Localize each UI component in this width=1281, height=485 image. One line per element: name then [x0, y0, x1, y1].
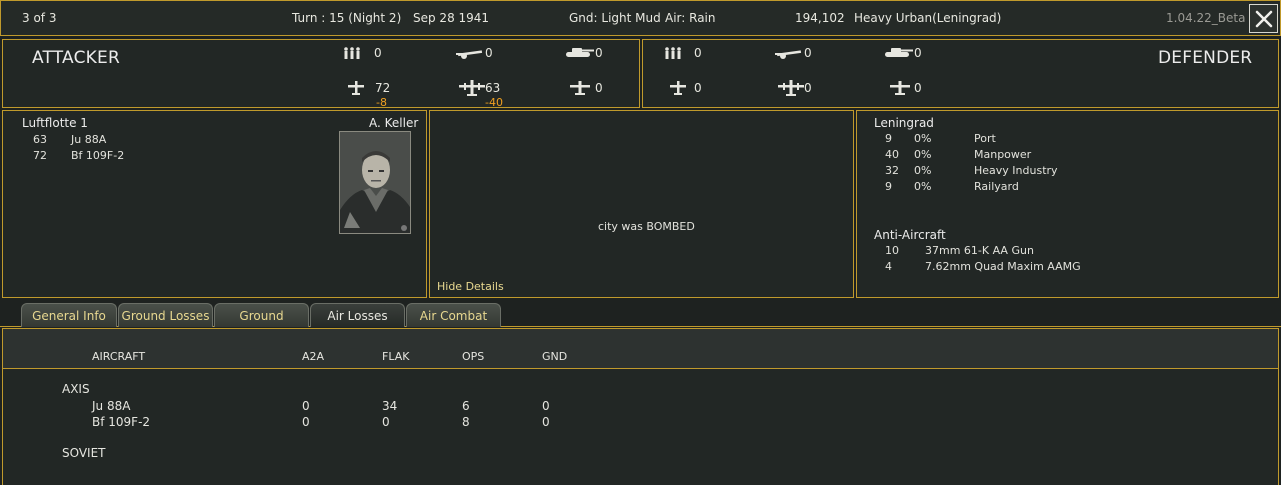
facility-name: Manpower	[974, 148, 1032, 161]
attacker-tank-count: 0	[595, 46, 603, 60]
tab-general-info[interactable]: General Info	[21, 303, 117, 327]
column-header-ops: OPS	[462, 350, 485, 363]
tab-air-losses[interactable]: Air Losses	[310, 303, 405, 327]
facility-name: Railyard	[974, 180, 1019, 193]
facility-damage: 0%	[914, 148, 932, 161]
aa-unit-count: 4	[885, 260, 892, 273]
commander-name[interactable]: A. Keller	[369, 116, 418, 130]
facility-value: 9	[885, 132, 892, 145]
attacker-bomber-count: 63	[485, 81, 501, 95]
close-icon	[1255, 10, 1273, 28]
tab-air-combat[interactable]: Air Combat	[406, 303, 501, 327]
terrain-label: Heavy Urban(Leningrad)	[854, 11, 1002, 25]
tank-icon	[885, 48, 913, 57]
aircraft-count: 63	[33, 133, 47, 146]
commander-portrait[interactable]	[339, 131, 411, 234]
defender-bomber-count: 0	[804, 81, 812, 95]
defender-infantry-count: 0	[694, 46, 702, 60]
row-flak: 34	[382, 399, 398, 413]
leader-panel: Luftflotte 1 A. Keller 63 Ju 88A 72 Bf 1…	[2, 110, 427, 298]
attacker-panel: ATTACKER 0 0 0 72 -8 63 -40 0	[2, 39, 640, 109]
row-a2a: 0	[302, 415, 310, 429]
attacker-fighter-loss: -8	[376, 96, 387, 109]
aircraft-count: 72	[33, 149, 47, 162]
hex-coordinates: 194,102	[795, 11, 845, 25]
close-button[interactable]	[1249, 4, 1278, 33]
target-panel: Leningrad 9 0% Port 40 0% Manpower 32 0%…	[856, 110, 1279, 298]
result-panel: city was BOMBED Hide Details	[429, 110, 854, 298]
attacker-fighter-count: 72	[375, 81, 391, 95]
row-aircraft: Bf 109F-2	[92, 415, 151, 429]
recon-plane-icon	[570, 81, 590, 95]
facility-damage: 0%	[914, 132, 932, 145]
infantry-icon	[665, 47, 681, 59]
facility-value: 9	[885, 180, 892, 193]
column-header-flak: FLAK	[382, 350, 410, 363]
defender-recon-count: 0	[914, 81, 922, 95]
attacker-recon-count: 0	[595, 81, 603, 95]
defender-tank-count: 0	[914, 46, 922, 60]
side-group-label: AXIS	[62, 382, 90, 396]
page-indicator: 3 of 3	[22, 11, 57, 25]
table-header: AIRCRAFT A2A FLAK OPS GND	[3, 329, 1278, 369]
air-condition: Air: Rain	[665, 11, 716, 25]
defender-fighter-count: 0	[694, 81, 702, 95]
tab-bar: General Info Ground Losses Ground Combat…	[0, 300, 1281, 347]
defender-artillery-count: 0	[804, 46, 812, 60]
combat-result-message: city was BOMBED	[598, 220, 695, 233]
artillery-icon	[456, 50, 483, 59]
air-command-name[interactable]: Luftflotte 1	[22, 116, 88, 130]
column-header-aircraft: AIRCRAFT	[92, 350, 146, 363]
bomber-icon	[778, 80, 804, 96]
infantry-icon	[344, 47, 360, 59]
attacker-bomber-loss: -40	[485, 96, 503, 109]
ground-condition: Gnd: Light Mud	[569, 11, 661, 25]
tab-ground-combat[interactable]: Ground Combat	[214, 303, 309, 347]
facility-name: Port	[974, 132, 996, 145]
row-a2a: 0	[302, 399, 310, 413]
header-bar: 3 of 3 Turn : 15 (Night 2) Sep 28 1941 G…	[0, 0, 1281, 36]
row-ops: 6	[462, 399, 470, 413]
aircraft-name[interactable]: Bf 109F-2	[71, 149, 124, 162]
aa-unit-name[interactable]: 37mm 61-K AA Gun	[925, 244, 1034, 257]
fighter-icon	[348, 81, 364, 95]
artillery-icon	[775, 50, 802, 59]
hide-details-link[interactable]: Hide Details	[437, 280, 504, 293]
facility-damage: 0%	[914, 164, 932, 177]
row-flak: 0	[382, 415, 390, 429]
defender-title: DEFENDER	[1158, 48, 1253, 68]
column-header-a2a: A2A	[302, 350, 325, 363]
facility-value: 40	[885, 148, 899, 161]
attacker-infantry-count: 0	[374, 46, 382, 60]
air-losses-table: AIRCRAFT A2A FLAK OPS GND AXIS Ju 88A 0 …	[2, 328, 1279, 485]
row-aircraft: Ju 88A	[92, 399, 131, 413]
defender-panel: DEFENDER 0 0 0 0 0 0	[642, 39, 1279, 108]
bomber-icon	[459, 80, 485, 96]
version-label: 1.04.22_Beta	[1166, 11, 1246, 25]
facility-value: 32	[885, 164, 899, 177]
aa-unit-name[interactable]: 7.62mm Quad Maxim AAMG	[925, 260, 1081, 273]
attacker-title: ATTACKER	[32, 48, 120, 68]
anti-aircraft-title: Anti-Aircraft	[874, 228, 946, 242]
tab-ground-losses[interactable]: Ground Losses	[118, 303, 213, 327]
recon-plane-icon	[890, 81, 910, 95]
aircraft-name[interactable]: Ju 88A	[71, 133, 106, 146]
aa-unit-count: 10	[885, 244, 899, 257]
column-header-gnd: GND	[542, 350, 568, 363]
side-group-label: SOVIET	[62, 446, 106, 460]
facility-name: Heavy Industry	[974, 164, 1058, 177]
row-gnd: 0	[542, 415, 550, 429]
attacker-artillery-count: 0	[485, 46, 493, 60]
row-gnd: 0	[542, 399, 550, 413]
fighter-icon	[670, 81, 686, 95]
turn-label: Turn : 15 (Night 2)	[292, 11, 402, 25]
tank-icon	[566, 48, 594, 57]
date-label: Sep 28 1941	[413, 11, 490, 25]
row-ops: 8	[462, 415, 470, 429]
target-city-name: Leningrad	[874, 116, 934, 130]
facility-damage: 0%	[914, 180, 932, 193]
